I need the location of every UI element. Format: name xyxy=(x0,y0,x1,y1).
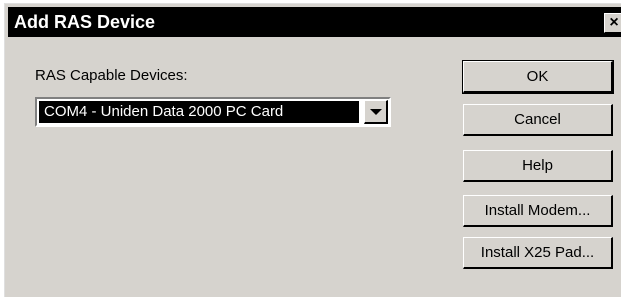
ok-button[interactable]: OK xyxy=(462,60,614,94)
add-ras-device-dialog: Add RAS Device × RAS Capable Devices: CO… xyxy=(4,3,621,297)
help-button[interactable]: Help xyxy=(463,150,613,182)
close-icon: × xyxy=(609,14,619,31)
devices-dropdown[interactable]: COM4 - Uniden Data 2000 PC Card xyxy=(35,97,391,127)
dropdown-arrow-button[interactable] xyxy=(364,100,388,124)
install-x25-pad-button[interactable]: Install X25 Pad... xyxy=(463,237,613,269)
window-title: Add RAS Device xyxy=(14,12,156,32)
title-bar[interactable]: Add RAS Device × xyxy=(8,7,621,37)
devices-label: RAS Capable Devices: xyxy=(35,67,188,84)
install-modem-button[interactable]: Install Modem... xyxy=(463,195,613,227)
devices-selected-value: COM4 - Uniden Data 2000 PC Card xyxy=(39,101,359,123)
close-button[interactable]: × xyxy=(604,13,621,33)
chevron-down-icon xyxy=(370,109,382,115)
cancel-button[interactable]: Cancel xyxy=(463,104,613,136)
